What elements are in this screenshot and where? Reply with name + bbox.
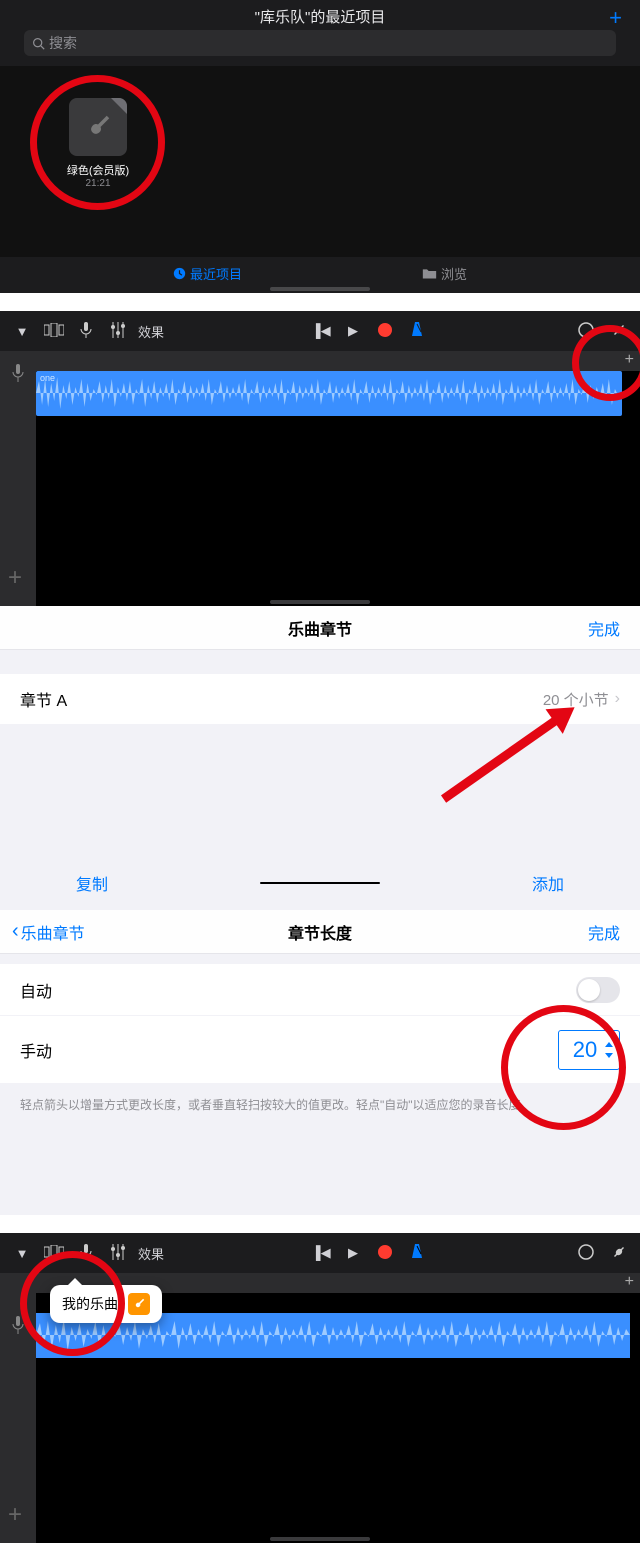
guitar-icon bbox=[83, 112, 113, 142]
play-button[interactable]: ▶ bbox=[341, 323, 365, 339]
manual-row: 手动 20 bbox=[0, 1016, 640, 1084]
dropdown-button[interactable]: ▼ bbox=[10, 1246, 34, 1261]
stepper-value: 20 bbox=[565, 1037, 605, 1063]
project-thumbnail bbox=[69, 98, 127, 156]
timeline-ruler[interactable]: + bbox=[36, 351, 640, 371]
search-icon bbox=[32, 37, 45, 50]
new-project-button[interactable]: + bbox=[609, 5, 622, 31]
add-track-button[interactable]: + bbox=[8, 1505, 28, 1525]
length-title: 章节长度 bbox=[288, 920, 352, 944]
auto-label: 自动 bbox=[20, 978, 52, 1002]
tracks-view-button[interactable] bbox=[42, 323, 66, 340]
manual-label: 手动 bbox=[20, 1038, 52, 1062]
song-sections-panel: 乐曲章节 完成 章节 A 20 个小节 › 复制 添加 bbox=[0, 606, 640, 910]
region-label: one bbox=[40, 373, 55, 383]
record-button[interactable] bbox=[373, 323, 397, 340]
loop-button[interactable] bbox=[574, 321, 598, 342]
library-tabs: 最近项目 浏览 bbox=[0, 261, 640, 285]
divider bbox=[260, 882, 380, 884]
mic-button[interactable] bbox=[74, 322, 98, 341]
chevron-left-icon: ‹ bbox=[12, 920, 19, 943]
done-button[interactable]: 完成 bbox=[588, 616, 620, 640]
back-button[interactable]: ‹ 乐曲章节 bbox=[12, 920, 85, 944]
mixer-button[interactable] bbox=[106, 322, 130, 341]
editor-toolbar: ▼ 效果 ▐◀ ▶ bbox=[0, 311, 640, 351]
track-mic-icon[interactable] bbox=[0, 1303, 36, 1348]
project-name: 绿色(会员版) bbox=[60, 162, 136, 178]
editor-panel: ▼ 效果 ▐◀ ▶ + one + bbox=[0, 311, 640, 606]
my-songs-popup[interactable]: 我的乐曲 bbox=[50, 1285, 162, 1323]
fx-button[interactable]: 效果 bbox=[138, 322, 164, 341]
tab-browse-label: 浏览 bbox=[441, 264, 467, 283]
rewind-button[interactable]: ▐◀ bbox=[309, 1245, 333, 1261]
tab-recent[interactable]: 最近项目 bbox=[173, 261, 242, 285]
fx-button[interactable]: 效果 bbox=[138, 1244, 164, 1263]
record-button[interactable] bbox=[373, 1245, 397, 1262]
sections-footer: 复制 添加 bbox=[0, 868, 640, 898]
settings-button[interactable] bbox=[606, 322, 630, 341]
done-button[interactable]: 完成 bbox=[588, 920, 620, 944]
track-mic-icon[interactable] bbox=[0, 351, 36, 396]
search-placeholder: 搜索 bbox=[49, 33, 77, 53]
editor-toolbar: ▼ 效果 ▐◀ ▶ bbox=[0, 1233, 640, 1273]
length-header: ‹ 乐曲章节 章节长度 完成 bbox=[0, 910, 640, 954]
sections-header: 乐曲章节 完成 bbox=[0, 606, 640, 650]
play-button[interactable]: ▶ bbox=[341, 1245, 365, 1261]
waveform bbox=[36, 371, 622, 416]
mic-button[interactable] bbox=[74, 1244, 98, 1263]
mixer-button[interactable] bbox=[106, 1244, 130, 1263]
add-button[interactable]: 添加 bbox=[532, 871, 564, 895]
home-indicator bbox=[270, 287, 370, 291]
loop-button[interactable] bbox=[574, 1243, 598, 1264]
add-track-button[interactable]: + bbox=[8, 568, 28, 588]
manual-stepper[interactable]: 20 bbox=[558, 1030, 620, 1070]
dropdown-button[interactable]: ▼ bbox=[10, 324, 34, 339]
project-item[interactable]: 绿色(会员版) 21:21 bbox=[60, 98, 136, 189]
metronome-button[interactable] bbox=[405, 1244, 429, 1263]
stepper-up-icon[interactable] bbox=[605, 1042, 613, 1047]
editor-menu-panel: ▼ 效果 ▐◀ ▶ + 我的乐曲 + bbox=[0, 1233, 640, 1543]
tab-recent-label: 最近项目 bbox=[190, 264, 242, 283]
auto-toggle[interactable] bbox=[576, 977, 620, 1003]
clock-icon bbox=[173, 267, 186, 280]
auto-row: 自动 bbox=[0, 964, 640, 1016]
library-panel: "库乐队"的最近项目 + 搜索 绿色(会员版) 21:21 最近项目 浏览 bbox=[0, 0, 640, 293]
copy-button[interactable]: 复制 bbox=[76, 871, 108, 895]
audio-region[interactable]: one bbox=[36, 371, 622, 416]
folder-icon bbox=[422, 267, 437, 280]
back-label: 乐曲章节 bbox=[21, 920, 85, 944]
project-time: 21:21 bbox=[60, 178, 136, 189]
section-label: 章节 A bbox=[20, 687, 67, 711]
settings-button[interactable] bbox=[606, 1244, 630, 1263]
sections-title: 乐曲章节 bbox=[288, 616, 352, 640]
home-indicator bbox=[270, 600, 370, 604]
section-length-panel: ‹ 乐曲章节 章节长度 完成 自动 手动 20 轻点箭头以增量方式更改长度，或者… bbox=[0, 910, 640, 1215]
ruler-plus-button[interactable]: + bbox=[625, 1273, 634, 1291]
hint-text: 轻点箭头以增量方式更改长度，或者垂直轻扫按较大的值更改。轻点"自动"以适应您的录… bbox=[0, 1084, 640, 1125]
stepper-down-icon[interactable] bbox=[605, 1053, 613, 1058]
guitar-app-icon bbox=[128, 1293, 150, 1315]
home-indicator bbox=[270, 1537, 370, 1541]
rewind-button[interactable]: ▐◀ bbox=[309, 323, 333, 339]
tracks-view-button[interactable] bbox=[42, 1245, 66, 1262]
chevron-right-icon: › bbox=[615, 690, 620, 708]
search-input[interactable]: 搜索 bbox=[24, 30, 616, 56]
my-songs-label: 我的乐曲 bbox=[62, 1294, 118, 1314]
tab-browse[interactable]: 浏览 bbox=[422, 261, 467, 285]
metronome-button[interactable] bbox=[405, 322, 429, 341]
ruler-plus-button[interactable]: + bbox=[625, 351, 634, 369]
library-title: "库乐队"的最近项目 bbox=[0, 6, 640, 27]
